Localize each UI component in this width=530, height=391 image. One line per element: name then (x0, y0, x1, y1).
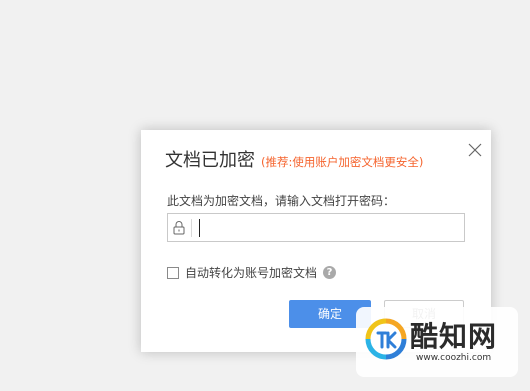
password-prompt: 此文档为加密文档，请输入文档打开密码： (167, 194, 396, 208)
watermark: 酷知网 www.coozhi.com (356, 307, 518, 377)
watermark-name: 酷知网 (410, 320, 498, 353)
text-caret (199, 219, 200, 237)
auto-convert-row: 自动转化为账号加密文档 ? (167, 264, 337, 281)
auto-convert-label[interactable]: 自动转化为账号加密文档 (185, 264, 317, 281)
help-icon[interactable]: ? (323, 266, 337, 279)
field-divider (191, 219, 192, 237)
password-field[interactable] (167, 213, 465, 242)
watermark-logo-icon (365, 318, 407, 360)
password-input[interactable] (202, 216, 458, 239)
title-row: 文档已加密 (推荐:使用账户加密文档更安全) (165, 146, 423, 172)
lock-icon (173, 221, 185, 235)
dialog-title: 文档已加密 (165, 150, 255, 171)
close-icon[interactable] (467, 142, 483, 158)
watermark-url: www.coozhi.com (416, 353, 492, 363)
auto-convert-checkbox[interactable] (167, 266, 179, 279)
security-hint: (推荐:使用账户加密文档更安全) (261, 155, 424, 169)
